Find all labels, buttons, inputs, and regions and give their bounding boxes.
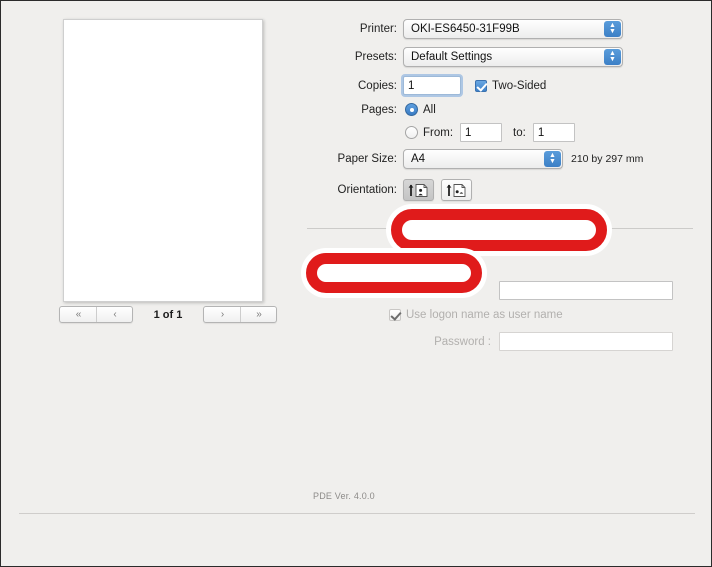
pager-forward-group: › » xyxy=(203,306,277,323)
orientation-landscape-button[interactable] xyxy=(441,179,472,201)
paper-size-label: Paper Size: xyxy=(301,153,397,165)
pages-from-input[interactable]: 1 xyxy=(460,123,502,142)
use-logon-name-row: Use logon name as user name xyxy=(389,309,563,321)
pages-label: Pages: xyxy=(301,104,397,116)
chevron-updown-icon: ▲▼ xyxy=(566,220,583,236)
portrait-icon xyxy=(407,183,431,198)
paper-size-row: Paper Size: A4 ▲▼ 210 by 297 mm xyxy=(301,149,643,169)
pane-selector-select[interactable]: User Authentication ▲▼ xyxy=(421,218,585,238)
pane-separator-right xyxy=(611,228,693,229)
paper-size-select[interactable]: A4 ▲▼ xyxy=(403,149,563,169)
presets-value: Default Settings xyxy=(411,51,492,63)
radio-unselected-icon xyxy=(405,126,418,139)
presets-select[interactable]: Default Settings ▲▼ xyxy=(403,47,623,67)
print-preview-pane: « ‹ 1 of 1 › » xyxy=(1,1,301,513)
user-name-row xyxy=(499,281,673,300)
orientation-row: Orientation: xyxy=(301,179,472,201)
paper-size-value: A4 xyxy=(411,153,425,165)
pages-row-range: From: 1 to: 1 xyxy=(301,123,575,142)
orientation-label: Orientation: xyxy=(301,184,397,196)
printer-label: Printer: xyxy=(301,23,397,35)
pages-all-radio[interactable]: All xyxy=(405,103,436,116)
use-logon-name-checkbox[interactable]: Use logon name as user name xyxy=(389,309,563,321)
use-user-authentication-checkbox[interactable]: Use User Authentication xyxy=(321,261,461,273)
preview-page-image xyxy=(63,19,263,302)
preview-pager: « ‹ 1 of 1 › » xyxy=(59,306,277,323)
radio-selected-icon xyxy=(405,103,418,116)
two-sided-checkbox[interactable]: Two-Sided xyxy=(475,80,546,92)
pager-back-group: « ‹ xyxy=(59,306,133,323)
copies-row: Copies: 1 Two-Sided xyxy=(301,76,546,95)
landscape-icon xyxy=(445,183,469,198)
copies-input[interactable]: 1 xyxy=(403,76,461,95)
printer-row: Printer: OKI-ES6450-31F99B ▲▼ xyxy=(301,19,623,39)
next-page-button[interactable]: › xyxy=(204,307,240,322)
previous-page-button[interactable]: ‹ xyxy=(96,307,132,322)
chevron-updown-icon: ▲▼ xyxy=(604,49,621,65)
last-page-button[interactable]: » xyxy=(240,307,276,322)
checkmark-icon xyxy=(475,80,487,92)
printer-value: OKI-ES6450-31F99B xyxy=(411,23,520,35)
checkmark-icon xyxy=(321,261,333,273)
print-dialog: « ‹ 1 of 1 › » Printer: OKI-ES6450-31F99… xyxy=(0,0,712,567)
password-row: Password : xyxy=(363,332,673,351)
use-logon-name-label: Use logon name as user name xyxy=(406,309,563,321)
presets-label: Presets: xyxy=(301,51,397,63)
pages-to-input[interactable]: 1 xyxy=(533,123,575,142)
orientation-portrait-button[interactable] xyxy=(403,179,434,201)
pane-selector-row: User Authentication ▲▼ xyxy=(421,218,585,238)
print-settings-pane: Printer: OKI-ES6450-31F99B ▲▼ Presets: D… xyxy=(301,1,712,513)
use-user-auth-row: Use User Authentication xyxy=(321,261,461,273)
pde-version-label: PDE Ver. 4.0.0 xyxy=(313,491,375,501)
presets-row: Presets: Default Settings ▲▼ xyxy=(301,47,623,67)
pages-to-label: to: xyxy=(513,127,526,139)
chevron-updown-icon: ▲▼ xyxy=(544,151,561,167)
copies-label: Copies: xyxy=(301,80,397,92)
dialog-button-bar: ? PDF ▾ Hide Details Cancel Print xyxy=(1,514,712,567)
first-page-button[interactable]: « xyxy=(60,307,96,322)
password-input[interactable] xyxy=(499,332,673,351)
pane-separator-left xyxy=(307,228,415,229)
pages-from-label: From: xyxy=(423,127,453,139)
pages-row-all: Pages: All xyxy=(301,103,436,116)
use-user-authentication-label: Use User Authentication xyxy=(338,261,461,273)
chevron-updown-icon: ▲▼ xyxy=(604,21,621,37)
pages-all-label: All xyxy=(423,104,436,116)
pages-from-radio[interactable]: From: xyxy=(405,126,453,139)
page-count-label: 1 of 1 xyxy=(154,309,183,321)
paper-dimensions-label: 210 by 297 mm xyxy=(571,153,643,165)
pane-selector-value: User Authentication xyxy=(429,222,529,234)
checkmark-icon xyxy=(389,309,401,321)
user-name-input[interactable] xyxy=(499,281,673,300)
password-label: Password : xyxy=(363,336,491,348)
two-sided-label: Two-Sided xyxy=(492,80,546,92)
printer-select[interactable]: OKI-ES6450-31F99B ▲▼ xyxy=(403,19,623,39)
